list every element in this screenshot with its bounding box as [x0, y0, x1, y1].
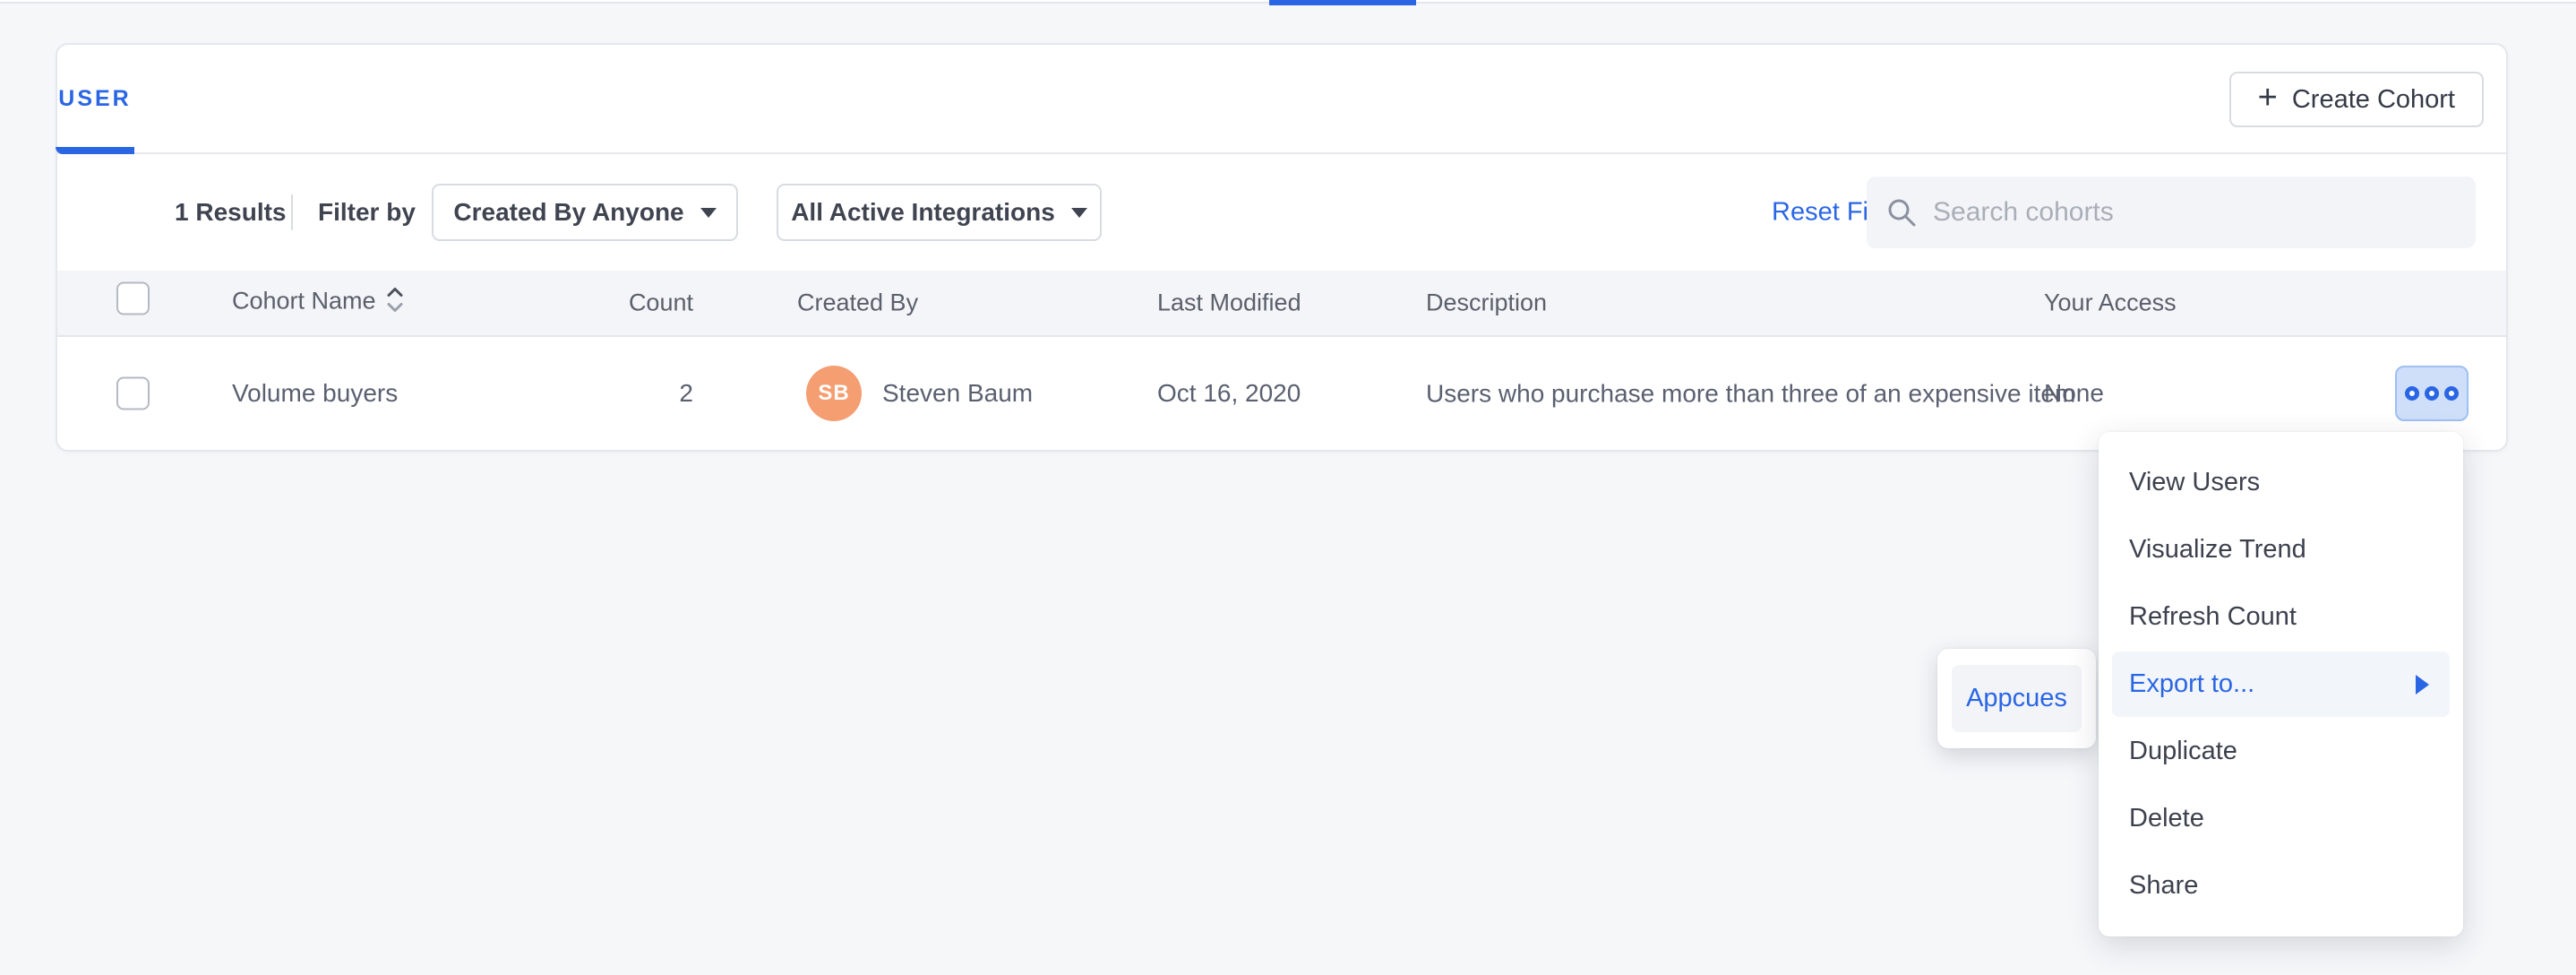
results-count: 1 Results	[175, 198, 287, 227]
header-cohort-name[interactable]: Cohort Name	[232, 286, 405, 321]
header-created-by: Created By	[797, 289, 918, 317]
create-cohort-label: Create Cohort	[2292, 85, 2455, 115]
tab-user-underline	[56, 147, 134, 154]
created-by-cell: SB Steven Baum	[806, 366, 1033, 421]
ellipsis-icon	[2444, 386, 2459, 401]
integrations-dropdown-value: All Active Integrations	[791, 198, 1055, 227]
submenu-item-appcues[interactable]: Appcues	[1952, 665, 2082, 732]
menu-item-refresh-count[interactable]: Refresh Count	[2099, 583, 2463, 651]
header-count: Count	[559, 289, 693, 317]
menu-item-export-to-label: Export to...	[2129, 669, 2254, 698]
search-input[interactable]	[1933, 197, 2456, 228]
row-checkbox[interactable]	[116, 377, 150, 410]
row-actions-button[interactable]	[2395, 366, 2469, 421]
chevron-down-icon	[1071, 208, 1087, 218]
header-your-access: Your Access	[2044, 289, 2177, 317]
table-header-row: Cohort Name Count Created By Last Modifi…	[57, 271, 2506, 337]
description-cell: Users who purchase more than three of an…	[1426, 376, 1941, 411]
menu-item-share[interactable]: Share	[2099, 852, 2463, 919]
filter-divider	[291, 194, 293, 230]
menu-item-export-to[interactable]: Export to...	[2099, 651, 2463, 718]
menu-item-duplicate[interactable]: Duplicate	[2099, 718, 2463, 785]
filter-by-label: Filter by	[318, 198, 416, 227]
cohorts-panel: USER + Create Cohort 1 Results Filter by…	[56, 43, 2508, 452]
plus-icon: +	[2258, 81, 2278, 115]
search-box[interactable]	[1867, 177, 2476, 248]
panel-tab-bar: USER + Create Cohort	[57, 45, 2506, 154]
create-cohort-button[interactable]: + Create Cohort	[2229, 72, 2484, 127]
submenu-arrow-icon	[2416, 675, 2429, 695]
menu-item-delete[interactable]: Delete	[2099, 785, 2463, 852]
chevron-down-icon	[700, 208, 717, 218]
menu-item-view-users[interactable]: View Users	[2099, 449, 2463, 516]
filter-bar: 1 Results Filter by Created By Anyone Al…	[57, 154, 2506, 271]
menu-item-visualize-trend[interactable]: Visualize Trend	[2099, 516, 2463, 583]
select-all-checkbox[interactable]	[116, 281, 150, 315]
active-top-tab-indicator	[1269, 0, 1416, 5]
export-submenu: Appcues	[1937, 649, 2096, 748]
cohort-count: 2	[559, 379, 693, 408]
integrations-dropdown[interactable]: All Active Integrations	[777, 184, 1102, 241]
sort-icon[interactable]	[385, 286, 405, 321]
header-last-modified: Last Modified	[1157, 289, 1301, 317]
search-icon	[1886, 197, 1917, 228]
header-cohort-name-label: Cohort Name	[232, 288, 376, 315]
header-description: Description	[1426, 289, 1547, 317]
avatar: SB	[806, 366, 862, 421]
ellipsis-icon	[2425, 386, 2439, 401]
your-access-cell: None	[2044, 379, 2104, 408]
created-by-name: Steven Baum	[882, 379, 1033, 408]
row-actions-menu: View Users Visualize Trend Refresh Count…	[2099, 432, 2463, 936]
last-modified-cell: Oct 16, 2020	[1157, 379, 1301, 408]
ellipsis-icon	[2405, 386, 2419, 401]
tab-user-label: USER	[58, 86, 131, 112]
tab-user[interactable]: USER	[56, 45, 134, 152]
created-by-dropdown-value: Created By Anyone	[453, 198, 683, 227]
created-by-dropdown[interactable]: Created By Anyone	[432, 184, 738, 241]
cohort-name-link[interactable]: Volume buyers	[232, 379, 398, 408]
